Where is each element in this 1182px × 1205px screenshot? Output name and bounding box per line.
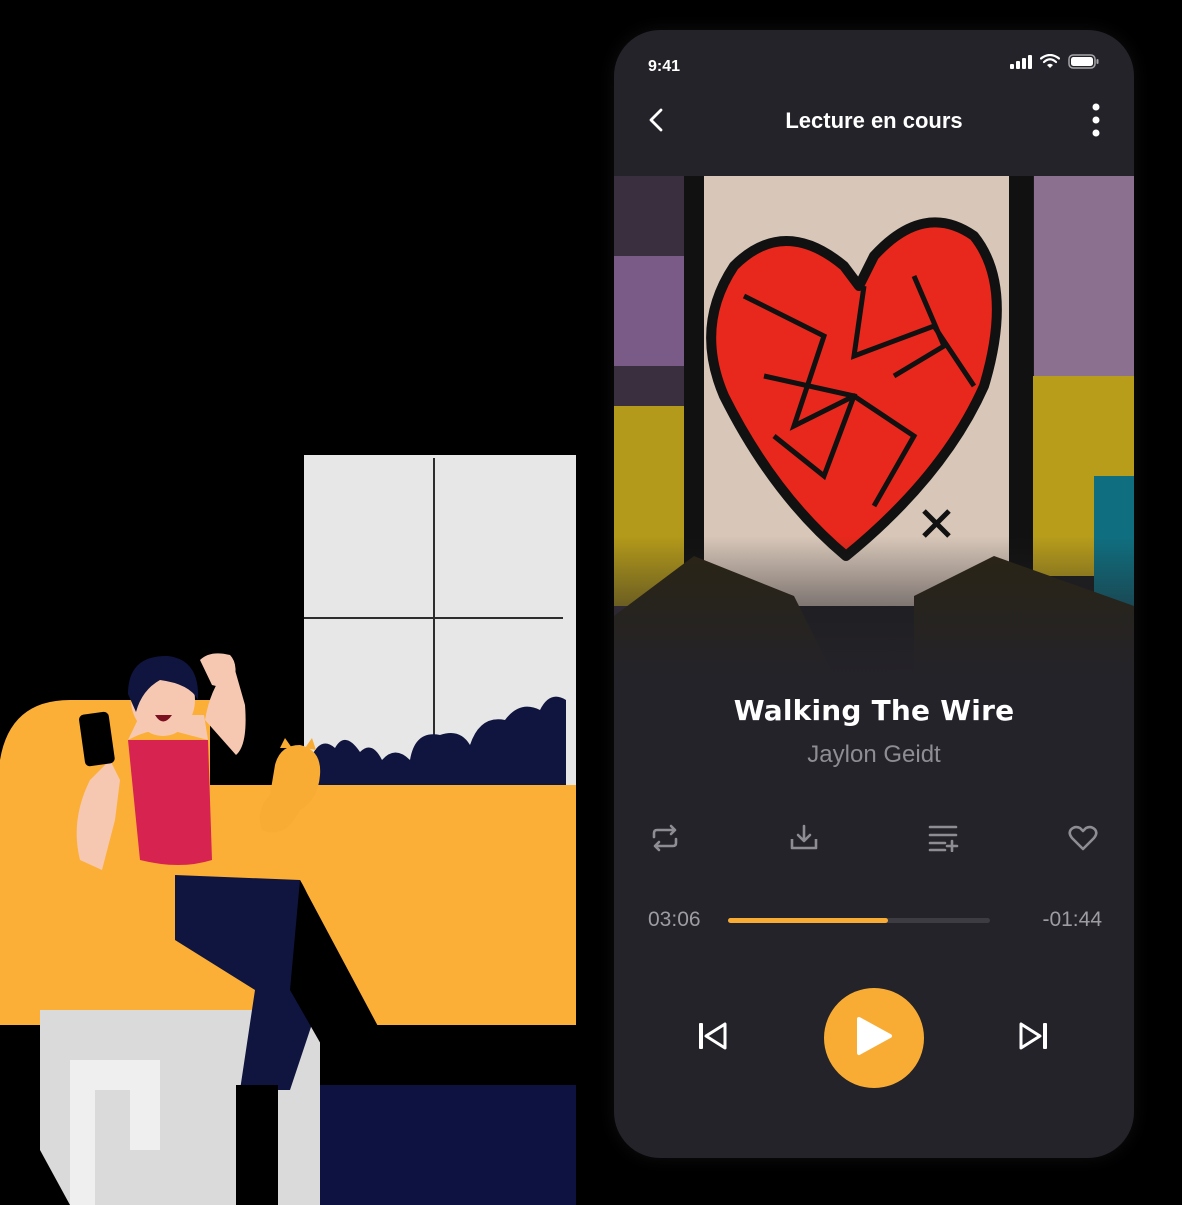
page-title: Lecture en cours — [785, 108, 963, 133]
download-icon — [789, 824, 819, 856]
progress-row: 03:06 -01:44 — [648, 906, 1102, 936]
playlist-add-icon — [928, 824, 960, 856]
wifi-icon — [1039, 53, 1061, 73]
previous-button[interactable] — [690, 1016, 734, 1060]
play-button[interactable] — [824, 988, 924, 1088]
song-title: Walking The Wire — [733, 694, 1015, 727]
elapsed-time: 03:06 — [648, 908, 701, 931]
download-button[interactable] — [787, 823, 821, 857]
repeat-button[interactable] — [648, 823, 682, 857]
favorite-button[interactable] — [1066, 823, 1100, 857]
skip-previous-icon — [697, 1021, 727, 1055]
status-bar: 9:41 — [614, 30, 1134, 100]
track-actions — [648, 820, 1100, 860]
play-icon — [855, 1016, 893, 1060]
album-cover — [614, 176, 1134, 676]
next-button[interactable] — [1012, 1016, 1056, 1060]
add-to-playlist-button[interactable] — [927, 823, 961, 857]
illustration-woman-listening — [0, 0, 600, 1205]
cellular-signal-icon — [1010, 54, 1032, 73]
song-artist: Jaylon Geidt — [807, 741, 941, 768]
top-navigation: Lecture en cours — [614, 100, 1134, 160]
skip-next-icon — [1019, 1021, 1049, 1055]
progress-bar[interactable] — [728, 918, 990, 923]
repeat-icon — [649, 824, 681, 856]
battery-icon — [1068, 54, 1100, 73]
more-vertical-icon — [1092, 103, 1100, 141]
status-icons — [1010, 53, 1100, 73]
remaining-time: -01:44 — [1042, 908, 1102, 931]
heart-icon — [1068, 825, 1098, 855]
phone-mockup: 9:41 Lecture en cours Walking The Wire J… — [614, 30, 1134, 1158]
status-time: 9:41 — [648, 58, 681, 75]
more-options-button[interactable] — [1078, 100, 1114, 144]
progress-bar-fill — [728, 918, 888, 923]
playback-controls — [614, 988, 1134, 1088]
